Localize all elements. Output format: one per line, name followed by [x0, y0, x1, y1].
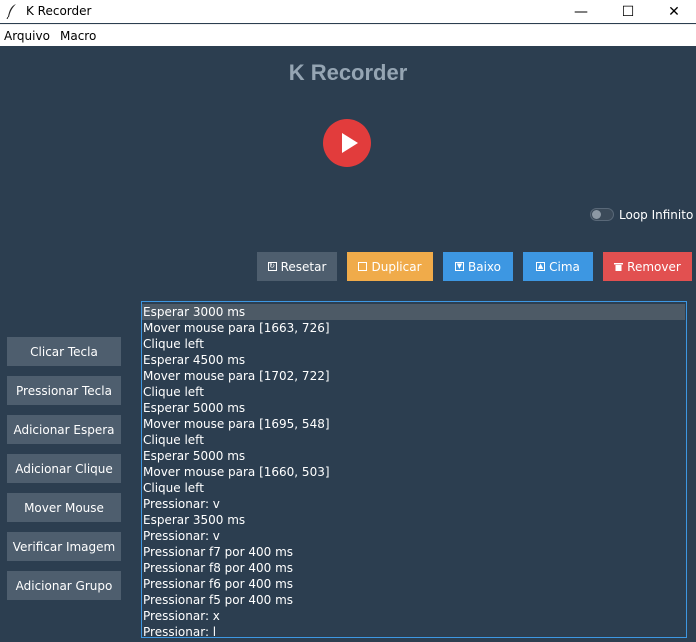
add-group-button[interactable]: Adicionar Grupo — [7, 571, 121, 600]
list-item[interactable]: Esperar 3000 ms — [142, 304, 685, 320]
verify-image-button[interactable]: Verificar Imagem — [7, 532, 121, 561]
window-title: K Recorder — [26, 4, 92, 18]
duplicate-button[interactable]: Duplicar — [347, 252, 433, 281]
add-wait-button[interactable]: Adicionar Espera — [7, 415, 121, 444]
reset-label: Resetar — [280, 259, 327, 274]
toggle-knob — [592, 210, 601, 219]
list-item[interactable]: Mover mouse para [1702, 722] — [142, 368, 686, 384]
list-item[interactable]: Pressionar f6 por 400 ms — [142, 576, 686, 592]
list-item[interactable]: Esperar 4500 ms — [142, 352, 686, 368]
close-button[interactable]: ✕ — [651, 0, 696, 23]
list-item[interactable]: Pressionar f5 por 400 ms — [142, 592, 686, 608]
maximize-button[interactable]: ☐ — [605, 0, 651, 23]
list-item[interactable]: Pressionar f8 por 400 ms — [142, 560, 686, 576]
action-list[interactable]: Esperar 3000 ms Mover mouse para [1663, … — [141, 301, 687, 638]
remove-label: Remover — [627, 259, 681, 274]
minimize-button[interactable]: — — [558, 0, 604, 23]
list-item[interactable]: Clique left — [142, 336, 686, 352]
remove-button[interactable]: Remover — [603, 252, 692, 281]
list-item[interactable]: Esperar 3500 ms — [142, 512, 686, 528]
list-item[interactable]: Mover mouse para [1660, 503] — [142, 464, 686, 480]
reset-button[interactable]: ↻ Resetar — [257, 252, 337, 281]
duplicate-label: Duplicar — [371, 259, 422, 274]
document-icon — [358, 262, 368, 271]
menu-macro[interactable]: Macro — [60, 29, 96, 43]
move-mouse-button[interactable]: Mover Mouse — [7, 493, 121, 522]
feather-icon — [6, 4, 16, 19]
list-item[interactable]: Pressionar: x — [142, 608, 686, 624]
loop-label: Loop Infinito — [619, 208, 694, 222]
list-item[interactable]: Clique left — [142, 384, 686, 400]
list-item[interactable]: Clique left — [142, 432, 686, 448]
trash-icon — [614, 262, 624, 271]
list-item[interactable]: Mover mouse para [1695, 548] — [142, 416, 686, 432]
play-icon — [342, 133, 358, 153]
list-item[interactable]: Esperar 5000 ms — [142, 448, 686, 464]
menu-bar: Arquivo Macro — [0, 24, 696, 46]
list-item[interactable]: Pressionar f7 por 400 ms — [142, 544, 686, 560]
click-key-button[interactable]: Clicar Tecla — [7, 337, 121, 366]
loop-toggle[interactable] — [590, 208, 614, 221]
list-item[interactable]: Pressionar: l — [142, 624, 686, 637]
press-key-button[interactable]: Pressionar Tecla — [7, 376, 121, 405]
title-bar: K Recorder — ☐ ✕ — [0, 0, 696, 23]
arrow-down-icon: ▼ — [455, 262, 464, 271]
add-click-button[interactable]: Adicionar Clique — [7, 454, 121, 483]
list-item[interactable]: Clique left — [142, 480, 686, 496]
play-button[interactable] — [323, 119, 371, 167]
move-down-label: Baixo — [468, 259, 501, 274]
list-item[interactable]: Pressionar: v — [142, 496, 686, 512]
menu-arquivo[interactable]: Arquivo — [4, 29, 50, 43]
move-up-label: Cima — [549, 259, 580, 274]
list-item[interactable]: Pressionar: v — [142, 528, 686, 544]
move-down-button[interactable]: ▼ Baixo — [443, 252, 513, 281]
reset-icon: ↻ — [267, 262, 277, 271]
app-header-title: K Recorder — [288, 60, 408, 85]
list-item[interactable]: Esperar 5000 ms — [142, 400, 686, 416]
arrow-up-icon: ▲ — [536, 262, 546, 271]
list-item[interactable]: Mover mouse para [1663, 726] — [142, 320, 686, 336]
move-up-button[interactable]: ▲ Cima — [523, 252, 593, 281]
